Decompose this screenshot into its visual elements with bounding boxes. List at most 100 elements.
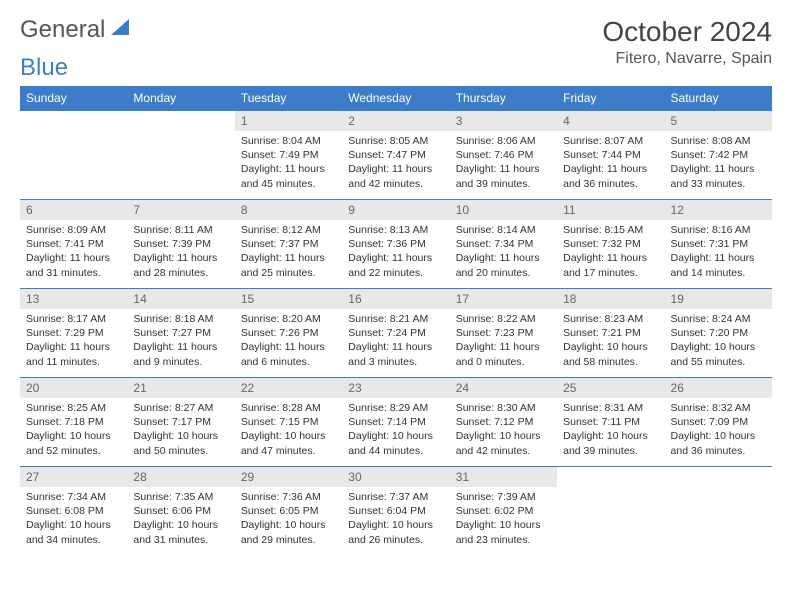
calendar-cell: 14Sunrise: 8:18 AMSunset: 7:27 PMDayligh… xyxy=(127,289,234,378)
day-details: Sunrise: 8:22 AMSunset: 7:23 PMDaylight:… xyxy=(450,309,557,375)
day-details: Sunrise: 8:32 AMSunset: 7:09 PMDaylight:… xyxy=(665,398,772,464)
day-details: Sunrise: 8:07 AMSunset: 7:44 PMDaylight:… xyxy=(557,131,664,197)
weekday-header: Sunday xyxy=(20,86,127,111)
weekday-header: Wednesday xyxy=(342,86,449,111)
day-details: Sunrise: 8:27 AMSunset: 7:17 PMDaylight:… xyxy=(127,398,234,464)
day-number: 13 xyxy=(20,289,127,309)
day-number: 12 xyxy=(665,200,772,220)
day-number: 2 xyxy=(342,111,449,131)
logo-text-blue: Blue xyxy=(20,54,772,82)
calendar-cell: 7Sunrise: 8:11 AMSunset: 7:39 PMDaylight… xyxy=(127,200,234,289)
calendar-row: 6Sunrise: 8:09 AMSunset: 7:41 PMDaylight… xyxy=(20,200,772,289)
calendar-cell: 23Sunrise: 8:29 AMSunset: 7:14 PMDayligh… xyxy=(342,378,449,467)
calendar-cell: 22Sunrise: 8:28 AMSunset: 7:15 PMDayligh… xyxy=(235,378,342,467)
calendar-cell xyxy=(127,111,234,200)
day-number: 5 xyxy=(665,111,772,131)
day-number: 17 xyxy=(450,289,557,309)
calendar-cell: 31Sunrise: 7:39 AMSunset: 6:02 PMDayligh… xyxy=(450,467,557,556)
day-number: 22 xyxy=(235,378,342,398)
day-details: Sunrise: 8:16 AMSunset: 7:31 PMDaylight:… xyxy=(665,220,772,286)
calendar-cell: 8Sunrise: 8:12 AMSunset: 7:37 PMDaylight… xyxy=(235,200,342,289)
day-number: 15 xyxy=(235,289,342,309)
calendar-cell: 13Sunrise: 8:17 AMSunset: 7:29 PMDayligh… xyxy=(20,289,127,378)
day-number: 9 xyxy=(342,200,449,220)
day-number: 27 xyxy=(20,467,127,487)
day-number: 31 xyxy=(450,467,557,487)
day-details: Sunrise: 8:08 AMSunset: 7:42 PMDaylight:… xyxy=(665,131,772,197)
calendar-cell: 28Sunrise: 7:35 AMSunset: 6:06 PMDayligh… xyxy=(127,467,234,556)
weekday-header: Thursday xyxy=(450,86,557,111)
day-details: Sunrise: 8:28 AMSunset: 7:15 PMDaylight:… xyxy=(235,398,342,464)
calendar-cell: 20Sunrise: 8:25 AMSunset: 7:18 PMDayligh… xyxy=(20,378,127,467)
calendar-cell xyxy=(665,467,772,556)
month-title: October 2024 xyxy=(602,16,772,48)
day-number: 24 xyxy=(450,378,557,398)
day-details: Sunrise: 8:25 AMSunset: 7:18 PMDaylight:… xyxy=(20,398,127,464)
calendar-row: 13Sunrise: 8:17 AMSunset: 7:29 PMDayligh… xyxy=(20,289,772,378)
day-number: 26 xyxy=(665,378,772,398)
day-number: 6 xyxy=(20,200,127,220)
weekday-header: Friday xyxy=(557,86,664,111)
day-details: Sunrise: 7:34 AMSunset: 6:08 PMDaylight:… xyxy=(20,487,127,553)
day-details: Sunrise: 7:36 AMSunset: 6:05 PMDaylight:… xyxy=(235,487,342,553)
day-number: 21 xyxy=(127,378,234,398)
day-details: Sunrise: 8:11 AMSunset: 7:39 PMDaylight:… xyxy=(127,220,234,286)
day-details: Sunrise: 8:06 AMSunset: 7:46 PMDaylight:… xyxy=(450,131,557,197)
calendar-cell: 5Sunrise: 8:08 AMSunset: 7:42 PMDaylight… xyxy=(665,111,772,200)
day-details: Sunrise: 8:04 AMSunset: 7:49 PMDaylight:… xyxy=(235,131,342,197)
weekday-header: Tuesday xyxy=(235,86,342,111)
day-number: 18 xyxy=(557,289,664,309)
day-details: Sunrise: 8:12 AMSunset: 7:37 PMDaylight:… xyxy=(235,220,342,286)
weekday-header: Saturday xyxy=(665,86,772,111)
calendar-cell: 18Sunrise: 8:23 AMSunset: 7:21 PMDayligh… xyxy=(557,289,664,378)
day-number: 1 xyxy=(235,111,342,131)
day-number: 25 xyxy=(557,378,664,398)
day-details: Sunrise: 8:05 AMSunset: 7:47 PMDaylight:… xyxy=(342,131,449,197)
day-number: 30 xyxy=(342,467,449,487)
calendar-cell: 16Sunrise: 8:21 AMSunset: 7:24 PMDayligh… xyxy=(342,289,449,378)
calendar-cell: 29Sunrise: 7:36 AMSunset: 6:05 PMDayligh… xyxy=(235,467,342,556)
calendar-cell: 15Sunrise: 8:20 AMSunset: 7:26 PMDayligh… xyxy=(235,289,342,378)
day-number: 14 xyxy=(127,289,234,309)
day-details: Sunrise: 7:37 AMSunset: 6:04 PMDaylight:… xyxy=(342,487,449,553)
calendar-cell: 26Sunrise: 8:32 AMSunset: 7:09 PMDayligh… xyxy=(665,378,772,467)
day-details: Sunrise: 7:35 AMSunset: 6:06 PMDaylight:… xyxy=(127,487,234,553)
calendar-cell: 1Sunrise: 8:04 AMSunset: 7:49 PMDaylight… xyxy=(235,111,342,200)
day-details: Sunrise: 8:09 AMSunset: 7:41 PMDaylight:… xyxy=(20,220,127,286)
day-details: Sunrise: 8:15 AMSunset: 7:32 PMDaylight:… xyxy=(557,220,664,286)
day-details: Sunrise: 8:18 AMSunset: 7:27 PMDaylight:… xyxy=(127,309,234,375)
calendar-cell xyxy=(20,111,127,200)
calendar-row: 1Sunrise: 8:04 AMSunset: 7:49 PMDaylight… xyxy=(20,111,772,200)
calendar-row: 27Sunrise: 7:34 AMSunset: 6:08 PMDayligh… xyxy=(20,467,772,556)
calendar-cell: 21Sunrise: 8:27 AMSunset: 7:17 PMDayligh… xyxy=(127,378,234,467)
day-details: Sunrise: 8:30 AMSunset: 7:12 PMDaylight:… xyxy=(450,398,557,464)
day-number: 19 xyxy=(665,289,772,309)
calendar-cell: 27Sunrise: 7:34 AMSunset: 6:08 PMDayligh… xyxy=(20,467,127,556)
day-details: Sunrise: 8:17 AMSunset: 7:29 PMDaylight:… xyxy=(20,309,127,375)
day-details: Sunrise: 8:13 AMSunset: 7:36 PMDaylight:… xyxy=(342,220,449,286)
calendar-cell xyxy=(557,467,664,556)
day-number: 16 xyxy=(342,289,449,309)
calendar-cell: 25Sunrise: 8:31 AMSunset: 7:11 PMDayligh… xyxy=(557,378,664,467)
logo: General xyxy=(20,16,131,44)
calendar-cell: 12Sunrise: 8:16 AMSunset: 7:31 PMDayligh… xyxy=(665,200,772,289)
calendar-cell: 10Sunrise: 8:14 AMSunset: 7:34 PMDayligh… xyxy=(450,200,557,289)
calendar-cell: 3Sunrise: 8:06 AMSunset: 7:46 PMDaylight… xyxy=(450,111,557,200)
day-number: 20 xyxy=(20,378,127,398)
calendar-cell: 6Sunrise: 8:09 AMSunset: 7:41 PMDaylight… xyxy=(20,200,127,289)
calendar-cell: 19Sunrise: 8:24 AMSunset: 7:20 PMDayligh… xyxy=(665,289,772,378)
day-details: Sunrise: 7:39 AMSunset: 6:02 PMDaylight:… xyxy=(450,487,557,553)
calendar-cell: 17Sunrise: 8:22 AMSunset: 7:23 PMDayligh… xyxy=(450,289,557,378)
day-details: Sunrise: 8:23 AMSunset: 7:21 PMDaylight:… xyxy=(557,309,664,375)
day-details: Sunrise: 8:21 AMSunset: 7:24 PMDaylight:… xyxy=(342,309,449,375)
calendar-cell: 24Sunrise: 8:30 AMSunset: 7:12 PMDayligh… xyxy=(450,378,557,467)
day-details: Sunrise: 8:14 AMSunset: 7:34 PMDaylight:… xyxy=(450,220,557,286)
day-number: 11 xyxy=(557,200,664,220)
calendar-cell: 30Sunrise: 7:37 AMSunset: 6:04 PMDayligh… xyxy=(342,467,449,556)
sail-icon xyxy=(109,16,131,44)
day-number: 10 xyxy=(450,200,557,220)
day-details: Sunrise: 8:31 AMSunset: 7:11 PMDaylight:… xyxy=(557,398,664,464)
weekday-header-row: SundayMondayTuesdayWednesdayThursdayFrid… xyxy=(20,86,772,111)
day-number: 4 xyxy=(557,111,664,131)
day-number: 7 xyxy=(127,200,234,220)
